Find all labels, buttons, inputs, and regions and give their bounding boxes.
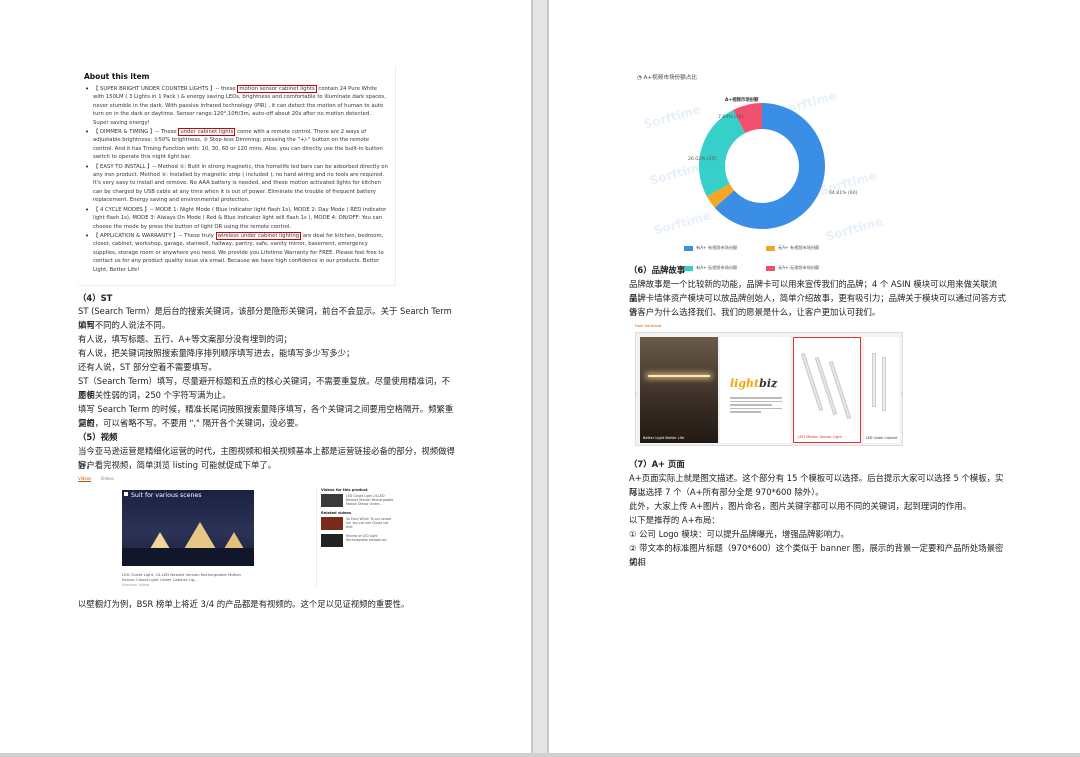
list-item[interactable]: So Easy Which To our sensor rim You can … xyxy=(321,517,392,532)
video-heading: （5）视频 xyxy=(78,432,118,442)
brand-section-label: From the brand xyxy=(635,324,662,328)
st-heading: （4）ST xyxy=(78,293,113,303)
video-thumbnail[interactable] xyxy=(321,494,343,507)
legend-item[interactable]: 无A+ 有视频市场份额 xyxy=(766,245,848,251)
chevron-left-icon[interactable]: ‹ xyxy=(635,391,637,397)
chevron-right-icon[interactable]: › xyxy=(901,391,903,397)
paragraph-line: 用相关性弱的词，250 个字符写满为止。 xyxy=(78,390,231,400)
slice-value-label: 64.81% (60) xyxy=(829,190,858,196)
related-videos-sidebar: Videos for this product LED Closet Light… xyxy=(316,488,393,588)
donut-slice[interactable] xyxy=(699,109,746,197)
list-item[interactable]: LED Closet Light 24-LED Newest Version R… xyxy=(321,494,393,509)
bullet-item: 【 4 CYCLE MODES 】-- MODE 1: Night Mode (… xyxy=(84,206,388,231)
paragraph-line: 诉客户为什么选择我们、我们的愿景是什么，让客户更加认可我们。 xyxy=(629,307,881,317)
paragraph-line: 此外，大家上传 A+图片，图片命名，图片关键字都可以用不同的关键词，起到理词的作… xyxy=(629,501,972,511)
ground xyxy=(122,548,254,566)
video-tabs: Videos Videos xyxy=(78,476,122,482)
about-title: About this item xyxy=(84,72,150,81)
slice-value-label: 26.02% (25) xyxy=(688,156,717,162)
aplus-video-share-chart: Sorftime Sorftime Sorftime Sorftime Sorf… xyxy=(629,66,895,271)
paragraph-line: 关。 xyxy=(629,557,646,567)
legend-item[interactable]: 有A+ 有视频市场份额 xyxy=(684,245,766,251)
paragraph-line: 客户看完视频，简单浏览 listing 可能就促成下单了。 xyxy=(78,460,277,470)
bullet-item: 【 SUPER BRIGHT UNDER COUNTER LIGHTS 】-- … xyxy=(84,85,388,127)
highlighted-keyword: wireless under cabinet lighting xyxy=(215,231,302,240)
led-strip-graphic xyxy=(648,375,710,377)
bullet-item: 【 DIMMER & TIMING 】-- These under cabine… xyxy=(84,128,388,162)
bsr-note: 以壁橱灯为例，BSR 榜单上将近 3/4 的产品都是有视频的。这个足以见证视频的… xyxy=(78,599,410,609)
paragraph-line: 有人说，填写标题、五行、A+等文案部分没有埋到的词； xyxy=(78,334,292,344)
brand-carousel: ‹ Better Light Better Life lightbiz LED … xyxy=(635,332,903,446)
document-page-left: About this item 【 SUPER BRIGHT UNDER COU… xyxy=(0,0,531,757)
video-tab-1[interactable]: Videos xyxy=(78,476,92,482)
play-icon[interactable] xyxy=(124,492,128,496)
video-title: Suit for various scenes xyxy=(131,492,202,499)
highlighted-keyword: under cabinet lights xyxy=(178,128,236,137)
paragraph-line: ① 公司 Logo 模块：可以提升品牌曝光，增强品牌影响力。 xyxy=(629,529,849,539)
brand-heading: （6）品牌故事 xyxy=(629,265,686,275)
side-heading-2: Related videos xyxy=(321,511,352,515)
legend-swatch xyxy=(684,245,693,251)
legend-swatch xyxy=(766,245,775,251)
video-thumbnail[interactable] xyxy=(321,517,343,530)
slice-value-label: 7.69% (10) xyxy=(718,114,744,120)
paragraph-line: 填写不同的人说法不同。 xyxy=(78,320,171,330)
brand-text-lines xyxy=(730,397,782,421)
bullet-item: 【 APPLICATION & WARRANTY 】-- These truly… xyxy=(84,231,388,274)
brand-panel-product[interactable]: LED Motion Sensor Light xyxy=(793,337,861,443)
paragraph-line: 词根，可以省略不写。不要用 "," 隔开各个关键词，没必要。 xyxy=(78,418,304,428)
aplus-heading: （7）A+ 页面 xyxy=(629,459,685,469)
highlighted-keyword: motion sensor cabinet lights xyxy=(237,85,317,93)
about-bullets: 【 SUPER BRIGHT UNDER COUNTER LIGHTS 】-- … xyxy=(84,85,388,275)
brand-panel-product-2[interactable]: LED Under Cabinet xyxy=(864,337,900,443)
brand-panel-logo: lightbiz xyxy=(720,337,790,443)
brand-logo: lightbiz xyxy=(730,377,778,390)
bottom-edge xyxy=(0,753,1080,757)
paragraph-line: 有人说，把关键词按照搜索量降序排列顺序填写进去，能填写多少写多少； xyxy=(78,348,355,358)
list-item[interactable]: Review of LED Light Rechargeable amazon.… xyxy=(321,534,392,549)
video-section-screenshot: Videos Videos Suit for various scenes LE… xyxy=(78,476,396,591)
page-edge xyxy=(531,0,533,757)
about-this-item-screenshot: About this item 【 SUPER BRIGHT UNDER COU… xyxy=(78,66,396,286)
brand-panel-kitchen: Better Light Better Life xyxy=(640,337,718,443)
side-heading-1: Videos for this product xyxy=(321,488,368,492)
paragraph-line: 以下是推荐的 A+布局： xyxy=(629,515,720,525)
brand-story-screenshot: From the brand ‹ Better Light Better Lif… xyxy=(635,324,903,446)
paragraph-line: 还有人说，ST 部分空着不需要填写。 xyxy=(78,362,217,372)
video-tab-2[interactable]: Videos xyxy=(101,476,114,481)
paragraph-line: 可以选择 7 个（A+所有部分全是 970*600 除外）。 xyxy=(629,487,824,497)
bullet-item: 【 EASY TO INSTALL 】-- Method ①: Built in… xyxy=(84,163,388,205)
video-thumbnail[interactable] xyxy=(321,534,343,547)
donut-chart: 64.81% (60)3.49% (3)26.02% (25)7.69% (10… xyxy=(688,103,858,229)
main-video-thumbnail[interactable]: Suit for various scenes xyxy=(122,490,254,566)
video-caption: LED Closet Light, 24-LED Newest Version … xyxy=(122,572,241,587)
